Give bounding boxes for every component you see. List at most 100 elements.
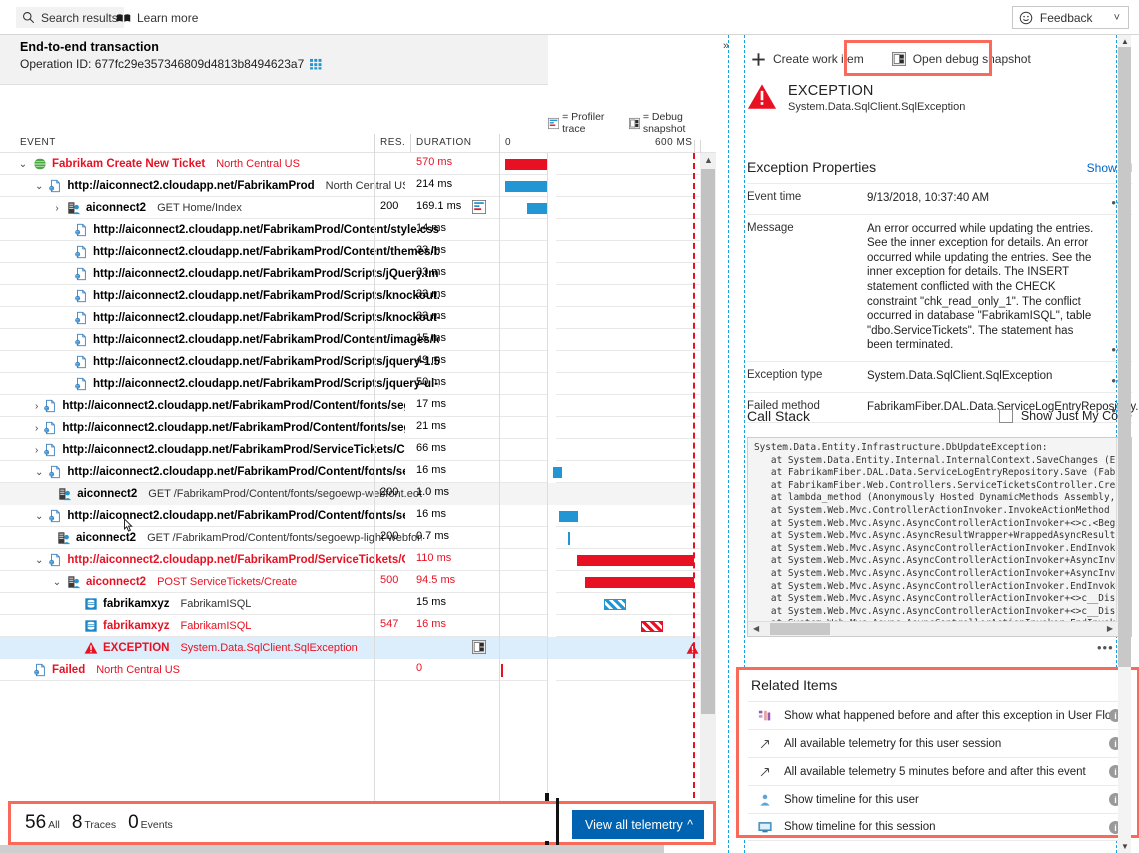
- scroll-left-icon[interactable]: ◀: [753, 624, 759, 633]
- details-pane-scrollbar[interactable]: ▲ ▼: [1118, 35, 1131, 853]
- table-row[interactable]: ›aiconnect2GET Home/Index200169.1 ms: [0, 197, 716, 219]
- scroll-right-icon[interactable]: ▶: [1107, 624, 1113, 633]
- header-filler: [548, 35, 716, 85]
- related-item-row[interactable]: All available telemetry 5 minutes before…: [748, 757, 1128, 785]
- event-cell: http://aiconnect2.cloudapp.net/FabrikamP…: [69, 307, 439, 329]
- duration-cell: 16 ms: [416, 508, 486, 520]
- related-item-label: Show timeline for this session: [784, 821, 935, 833]
- timeline-bar[interactable]: [505, 181, 547, 192]
- view-all-telemetry-label: View all telemetry: [585, 818, 683, 832]
- hscroll-thumb[interactable]: [770, 623, 830, 635]
- page-icon: [74, 245, 88, 259]
- timeline-bar[interactable]: [604, 599, 626, 610]
- scroll-thumb[interactable]: [701, 169, 715, 714]
- count-traces: 8Traces: [72, 812, 116, 834]
- tree-vertical-scrollbar[interactable]: ▲ ▼: [700, 153, 716, 828]
- table-row[interactable]: ›http://aiconnect2.cloudapp.net/Fabrikam…: [0, 417, 716, 439]
- show-just-my-code-checkbox[interactable]: [999, 409, 1013, 423]
- chevron-down-icon[interactable]: ⌄: [35, 511, 43, 522]
- call-stack-header: Call Stack Show Just My Code: [747, 408, 1132, 424]
- table-row[interactable]: FailedNorth Central US0: [0, 659, 716, 681]
- table-row[interactable]: ⌄aiconnect2POST ServiceTickets/Create500…: [0, 571, 716, 593]
- row-icon-wrap: [74, 311, 88, 325]
- scroll-up-icon[interactable]: ▲: [704, 155, 713, 165]
- table-row[interactable]: ›http://aiconnect2.cloudapp.net/Fabrikam…: [0, 439, 716, 461]
- table-row[interactable]: fabrikamxyzFabrikamISQL54716 ms: [0, 615, 716, 637]
- legend-snapshot: = Debug snapshot: [629, 111, 716, 135]
- row-icon-wrap: [74, 267, 88, 281]
- learn-more-link[interactable]: Learn more: [110, 7, 204, 28]
- show-just-my-code-toggle[interactable]: Show Just My Code: [999, 409, 1132, 423]
- related-item-row[interactable]: Show what happened before and after this…: [748, 701, 1128, 729]
- chevron-down-icon[interactable]: ⌄: [35, 555, 43, 566]
- collapse-pane-button[interactable]: »: [723, 40, 729, 52]
- page-icon: [74, 289, 88, 303]
- view-all-telemetry-button[interactable]: View all telemetry ^: [572, 810, 704, 839]
- table-row[interactable]: http://aiconnect2.cloudapp.net/FabrikamP…: [0, 373, 716, 395]
- timeline-bar[interactable]: [641, 621, 663, 632]
- warning-icon: [747, 83, 777, 110]
- table-row[interactable]: http://aiconnect2.cloudapp.net/FabrikamP…: [0, 263, 716, 285]
- search-results-tab[interactable]: Search results: [16, 7, 124, 28]
- chevron-right-icon[interactable]: ›: [35, 401, 38, 412]
- call-stack-horizontal-scrollbar[interactable]: ◀ ▶: [748, 621, 1132, 636]
- page-icon: [74, 377, 88, 391]
- transaction-tree[interactable]: ⌄Fabrikam Create New TicketNorth Central…: [0, 153, 716, 803]
- table-row[interactable]: ⌄Fabrikam Create New TicketNorth Central…: [0, 153, 716, 175]
- table-row[interactable]: http://aiconnect2.cloudapp.net/FabrikamP…: [0, 219, 716, 241]
- event-cell: ⌄http://aiconnect2.cloudapp.net/Fabrikam…: [35, 505, 405, 527]
- chevron-right-icon[interactable]: ›: [52, 203, 62, 214]
- chevron-up-icon: ^: [687, 818, 693, 832]
- table-row[interactable]: EXCEPTIONSystem.Data.SqlClient.SqlExcept…: [0, 637, 716, 659]
- timeline-bar[interactable]: [553, 467, 562, 478]
- call-stack-more-button[interactable]: •••: [1097, 640, 1114, 655]
- event-sublabel: North Central US: [216, 158, 300, 170]
- scroll-down-icon[interactable]: ▼: [1121, 842, 1129, 851]
- table-row[interactable]: aiconnect2GET /FabrikamProd/Content/font…: [0, 483, 716, 505]
- response-code: 200: [380, 530, 410, 542]
- copy-grid-icon[interactable]: [310, 58, 323, 70]
- table-row[interactable]: http://aiconnect2.cloudapp.net/FabrikamP…: [0, 307, 716, 329]
- debug-snapshot-button[interactable]: [472, 640, 488, 656]
- table-row[interactable]: ⌄http://aiconnect2.cloudapp.net/Fabrikam…: [0, 175, 716, 197]
- profiler-trace-button[interactable]: [472, 200, 488, 216]
- table-row[interactable]: ⌄http://aiconnect2.cloudapp.net/Fabrikam…: [0, 505, 716, 527]
- scroll-thumb[interactable]: [1118, 47, 1131, 667]
- chevron-down-icon[interactable]: ⌄: [35, 467, 43, 478]
- scroll-up-icon[interactable]: ▲: [1121, 37, 1129, 46]
- timeline-bar[interactable]: [577, 555, 694, 566]
- duration-cell: 50 ms: [416, 376, 486, 388]
- arrow-out-icon: [758, 765, 772, 779]
- property-value: 9/13/2018, 10:37:40 AM: [867, 191, 1132, 206]
- chevron-down-icon[interactable]: ⌄: [52, 577, 62, 588]
- chevron-right-icon[interactable]: ›: [35, 445, 38, 456]
- table-row[interactable]: fabrikamxyzFabrikamISQL15 ms: [0, 593, 716, 615]
- chevron-down-icon[interactable]: ⌄: [35, 181, 43, 192]
- related-item-row[interactable]: All available telemetry for this user se…: [748, 729, 1128, 757]
- timeline-bar[interactable]: [585, 577, 694, 588]
- event-cell: ›http://aiconnect2.cloudapp.net/Fabrikam…: [35, 417, 405, 439]
- table-row[interactable]: aiconnect2GET /FabrikamProd/Content/font…: [0, 527, 716, 549]
- table-row[interactable]: http://aiconnect2.cloudapp.net/FabrikamP…: [0, 351, 716, 373]
- related-item-label: All available telemetry for this user se…: [784, 738, 1001, 750]
- timeline-bar[interactable]: [559, 511, 578, 522]
- chevron-down-icon[interactable]: ⌄: [18, 159, 28, 170]
- related-item-row[interactable]: Show timeline for this useri: [748, 785, 1128, 813]
- page-icon: [74, 267, 88, 281]
- timeline-bar[interactable]: [505, 159, 547, 170]
- page-icon: [43, 443, 57, 457]
- table-row[interactable]: http://aiconnect2.cloudapp.net/FabrikamP…: [0, 285, 716, 307]
- timeline-bar[interactable]: [527, 203, 547, 214]
- event-cell: http://aiconnect2.cloudapp.net/FabrikamP…: [69, 241, 439, 263]
- legend-snapshot-label: = Debug snapshot: [643, 111, 716, 135]
- table-row[interactable]: http://aiconnect2.cloudapp.net/FabrikamP…: [0, 241, 716, 263]
- count-events: 0Events: [128, 812, 173, 834]
- table-row[interactable]: ›http://aiconnect2.cloudapp.net/Fabrikam…: [0, 395, 716, 417]
- related-item-row[interactable]: Show timeline for this sessioni: [748, 813, 1128, 841]
- table-row[interactable]: ⌄http://aiconnect2.cloudapp.net/Fabrikam…: [0, 549, 716, 571]
- call-stack-box[interactable]: System.Data.Entity.Infrastructure.DbUpda…: [747, 437, 1132, 637]
- feedback-button[interactable]: Feedback ˅: [1012, 6, 1129, 29]
- chevron-right-icon[interactable]: ›: [35, 423, 38, 434]
- table-row[interactable]: http://aiconnect2.cloudapp.net/FabrikamP…: [0, 329, 716, 351]
- table-row[interactable]: ⌄http://aiconnect2.cloudapp.net/Fabrikam…: [0, 461, 716, 483]
